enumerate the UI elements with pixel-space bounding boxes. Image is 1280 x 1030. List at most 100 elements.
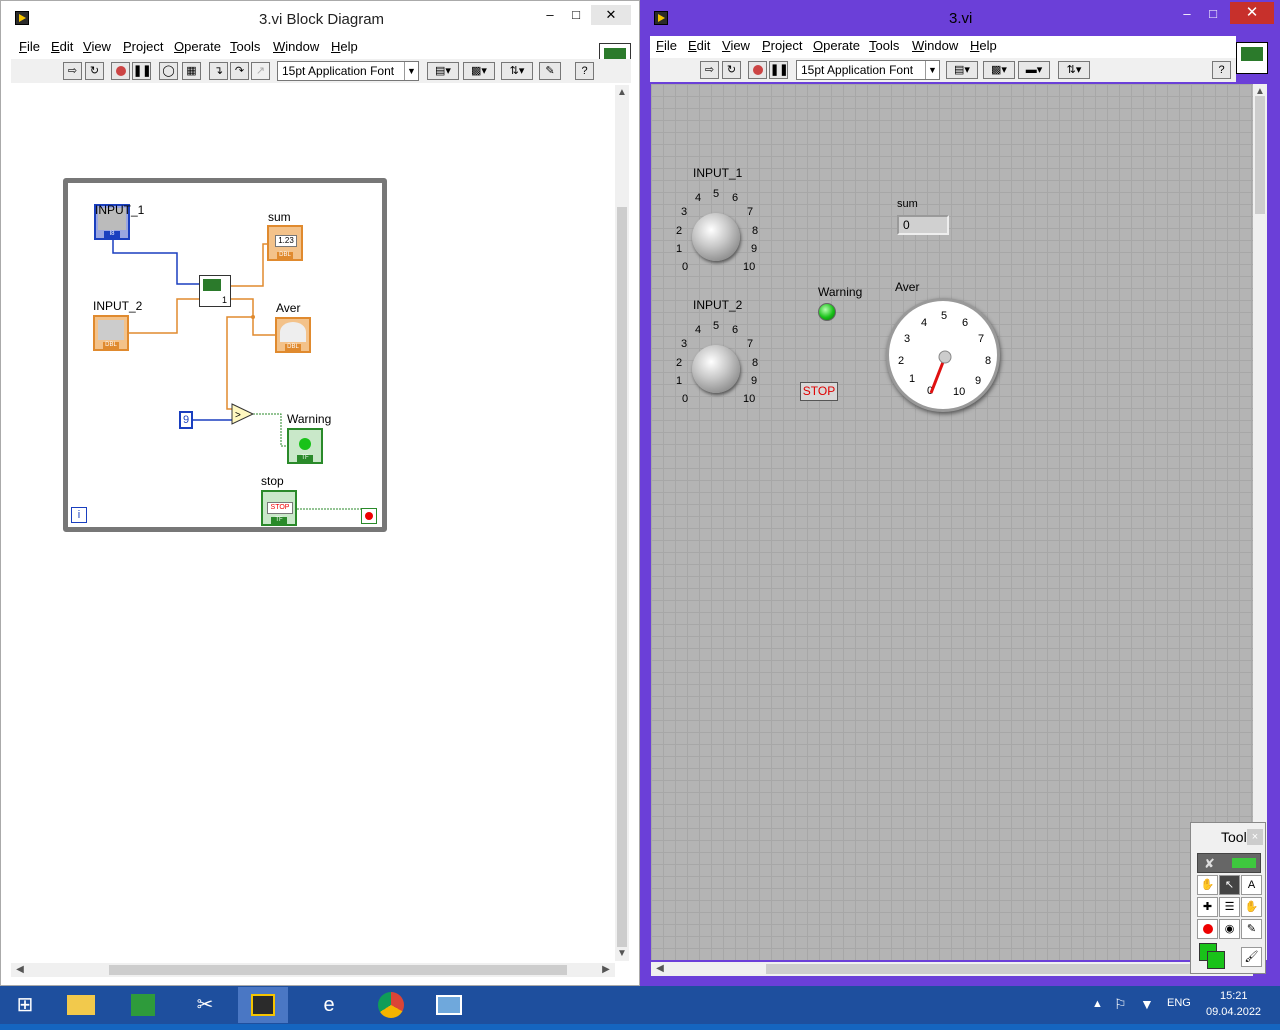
menu-project[interactable]: Project [762, 38, 802, 53]
menu-tools[interactable]: Tools [869, 38, 899, 53]
context-help-icon[interactable]: ? [1212, 61, 1231, 79]
scroll-right-icon[interactable]: ▶ [599, 964, 613, 975]
menu-operate[interactable]: Operate [813, 38, 860, 53]
maximize-button[interactable]: □ [1200, 4, 1226, 24]
wire-warning [253, 413, 289, 447]
loop-condition-icon[interactable] [361, 508, 377, 524]
subvi-node[interactable]: 1 [199, 275, 231, 307]
run-continuously-icon[interactable]: ↻ [722, 61, 741, 79]
store-icon[interactable] [118, 987, 168, 1023]
tools-close-button[interactable]: × [1247, 829, 1263, 845]
front-panel-canvas[interactable] [651, 84, 1253, 960]
internet-explorer-icon[interactable]: e [304, 987, 354, 1023]
bd-horizontal-scrollbar[interactable]: ◀ ▶ [11, 963, 615, 977]
show-hidden-icons-icon[interactable]: ▲ [1092, 998, 1103, 1010]
aver-terminal[interactable]: DBL [275, 317, 311, 353]
minimize-button[interactable]: – [1174, 4, 1200, 24]
file-explorer-icon[interactable] [56, 987, 106, 1023]
probe-tool-icon[interactable]: ◉ [1219, 919, 1240, 939]
clock-time[interactable]: 15:21 [1220, 990, 1248, 1002]
input2-tick: 7 [747, 338, 754, 350]
connect-wire-tool-icon[interactable]: ✚ [1197, 897, 1218, 917]
auto-tool-selector[interactable]: ✘ [1197, 853, 1261, 873]
scroll-left-icon[interactable]: ◀ [13, 964, 27, 975]
chrome-icon[interactable] [366, 987, 416, 1023]
aver-label: Aver [895, 280, 920, 294]
input1-tick: 3 [681, 206, 688, 218]
sum-indicator: 0 [897, 215, 949, 235]
input2-type-badge: DBL [103, 342, 119, 349]
labview-taskbar-icon[interactable] [238, 987, 288, 1023]
greater-or-equal-icon[interactable]: > [231, 403, 255, 425]
aver-type-badge: DBL [285, 344, 301, 351]
distribute-objects-icon[interactable]: ▩▾ [983, 61, 1015, 79]
align-objects-icon[interactable]: ▤▾ [946, 61, 978, 79]
menu-view[interactable]: View [722, 38, 750, 53]
get-color-tool-icon[interactable]: ✎ [1241, 919, 1262, 939]
position-tool-icon[interactable]: ↖ [1219, 875, 1240, 895]
pause-icon[interactable]: ❚❚ [769, 61, 788, 79]
stop-terminal[interactable]: STOP TF [261, 490, 297, 526]
action-center-icon[interactable]: ⚐ [1114, 996, 1127, 1013]
resize-objects-icon[interactable]: ▬▾ [1018, 61, 1050, 79]
scroll-left-icon[interactable]: ◀ [653, 963, 667, 974]
tools-palette[interactable]: Tools × ✘ ✋ ↖ A ✚ ☰ ✋ ◉ ✎ 🖌 [1190, 822, 1266, 974]
clock-date[interactable]: 09.04.2022 [1206, 1006, 1261, 1018]
reorder-icon[interactable]: ⇅▾ [1058, 61, 1090, 79]
run-arrow-icon[interactable]: ⇨ [700, 61, 719, 79]
scroll-tool-icon[interactable]: ✋ [1241, 897, 1262, 917]
input1-knob[interactable] [692, 213, 740, 261]
fp-hscroll-thumb[interactable] [766, 964, 1196, 974]
bd-hscroll-thumb[interactable] [109, 965, 567, 975]
language-indicator[interactable]: ENG [1167, 997, 1191, 1009]
background-color-swatch[interactable] [1207, 951, 1225, 969]
menu-window[interactable]: Window [912, 38, 958, 53]
operate-value-tool-icon[interactable]: ✋ [1197, 875, 1218, 895]
breakpoint-tool-icon[interactable] [1197, 919, 1218, 939]
fp-vscroll-thumb[interactable] [1255, 96, 1265, 214]
subvi-count: 1 [221, 295, 227, 305]
fp-horizontal-scrollbar[interactable]: ◀ [651, 962, 1253, 976]
warning-terminal[interactable]: TF [287, 428, 323, 464]
close-button[interactable]: ✕ [1230, 2, 1274, 24]
input2-tick: 6 [732, 324, 739, 336]
photos-icon[interactable] [424, 987, 474, 1023]
input2-tick: 0 [682, 393, 689, 405]
shortcut-menu-tool-icon[interactable]: ☰ [1219, 897, 1240, 917]
scroll-up-icon[interactable]: ▲ [615, 87, 629, 98]
input1-type-badge: I8 [104, 231, 120, 238]
svg-text:>: > [235, 410, 241, 421]
network-icon[interactable]: ▼ [1140, 996, 1154, 1012]
aver-label: Aver [276, 301, 301, 315]
warning-type-badge: TF [297, 455, 313, 462]
snipping-tool-icon[interactable]: ✂ [180, 987, 230, 1023]
bd-vertical-scrollbar[interactable]: ▲ ▼ [615, 85, 629, 961]
abort-icon[interactable] [748, 61, 767, 79]
fp-titlebar[interactable]: 3.vi – □ ✕ [640, 0, 1280, 36]
stop-button[interactable]: STOP [800, 382, 838, 401]
input2-knob[interactable] [692, 345, 740, 393]
windows-start-icon[interactable]: ⊞ [0, 987, 50, 1023]
bd-vscroll-thumb[interactable] [617, 207, 627, 947]
taskbar: ⊞ ✂ e ▲ ⚐ ▼ ENG 15:21 09.04.2022 [0, 986, 1280, 1024]
constant-9[interactable]: 9 [179, 411, 193, 429]
input1-tick: 9 [751, 243, 758, 255]
edit-text-tool-icon[interactable]: A [1241, 875, 1262, 895]
stop-terminal-text: STOP [267, 502, 293, 514]
input1-tick: 10 [743, 261, 756, 273]
input2-tick: 1 [676, 375, 683, 387]
input1-tick: 8 [752, 225, 759, 237]
input1-tick: 7 [747, 206, 754, 218]
wire-junction [251, 315, 255, 319]
set-color-brush-icon[interactable]: 🖌 [1241, 947, 1262, 967]
menu-edit[interactable]: Edit [688, 38, 710, 53]
input1-tick: 4 [695, 192, 702, 204]
font-select[interactable]: 15pt Application Font ▼ [796, 60, 940, 80]
vi-connector-icon[interactable] [1236, 42, 1268, 74]
input2-terminal[interactable]: DBL [93, 315, 129, 351]
menu-file[interactable]: File [656, 38, 677, 53]
menu-help[interactable]: Help [970, 38, 997, 53]
scroll-down-icon[interactable]: ▼ [615, 948, 629, 959]
iteration-terminal: i [71, 507, 87, 523]
sum-terminal[interactable]: 1.23 DBL [267, 225, 303, 261]
